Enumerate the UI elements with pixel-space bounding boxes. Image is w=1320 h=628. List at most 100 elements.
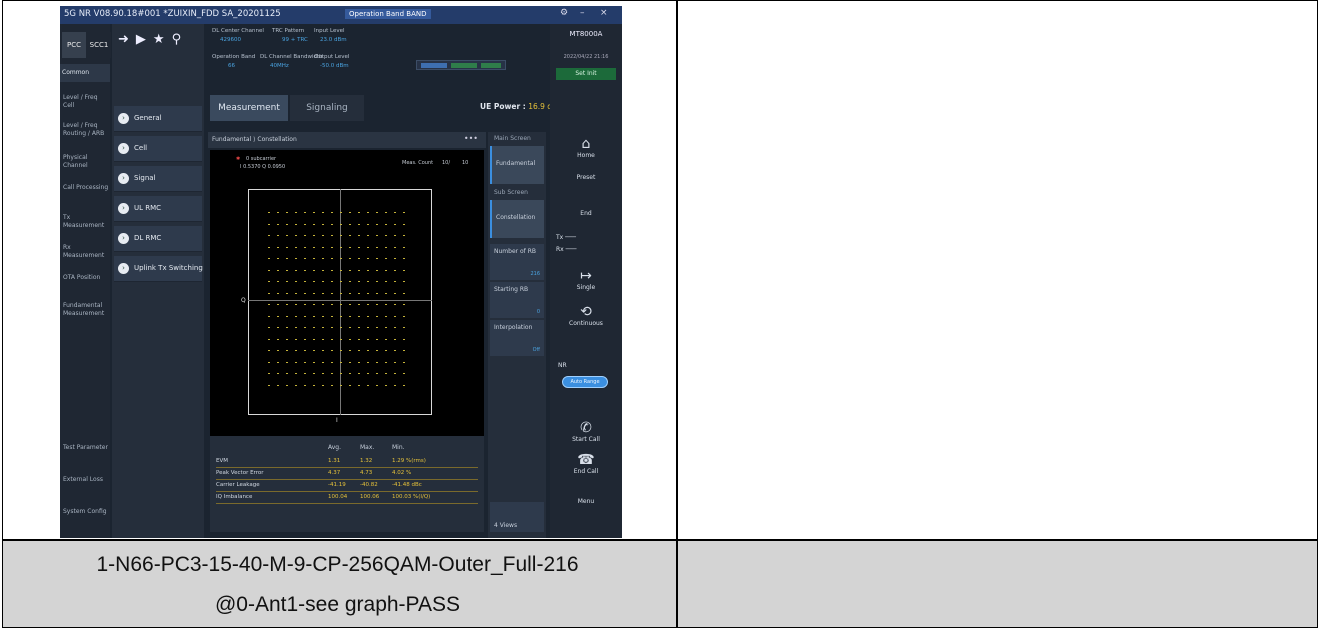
constellation-point xyxy=(403,292,405,294)
sub-item-cell[interactable]: › Cell xyxy=(114,136,202,162)
chevron-right-icon: › xyxy=(118,263,129,274)
constellation-point xyxy=(313,212,315,213)
interpolation-field[interactable]: Interpolation Off xyxy=(490,320,544,356)
play-list-icon[interactable]: ▶ xyxy=(136,32,153,47)
settings-icon[interactable]: ⚙ xyxy=(560,8,568,18)
nav-item-fundamental-measurement[interactable]: Fundamental Measurement xyxy=(63,302,109,317)
constellation-point xyxy=(304,223,306,225)
constellation-button[interactable]: Constellation xyxy=(490,200,544,238)
home-button[interactable]: ⌂ Home xyxy=(550,136,622,159)
views-button[interactable]: 4 Views xyxy=(490,502,544,532)
end-call-button[interactable]: ☎ End Call xyxy=(550,452,622,475)
trc-pattern-value[interactable]: 99 + TRC xyxy=(282,37,308,43)
tab-scc1[interactable]: SCC1 xyxy=(87,32,111,58)
nav-item-physical-channel[interactable]: Physical Channel xyxy=(63,154,109,169)
constellation-point xyxy=(277,384,279,386)
tab-signaling[interactable]: Signaling xyxy=(290,95,364,121)
next-icon[interactable]: ➜ xyxy=(118,32,136,47)
constellation-point xyxy=(403,361,405,363)
row-pve-min: 4.02 % xyxy=(392,470,412,476)
favorite-icon[interactable]: ★ xyxy=(153,32,172,47)
constellation-point xyxy=(385,258,387,259)
breadcrumb[interactable]: Fundamental ⟩ Constellation xyxy=(212,136,297,143)
constellation-point xyxy=(403,235,405,236)
constellation-point xyxy=(403,327,405,328)
output-level-value[interactable]: -50.0 dBm xyxy=(320,63,349,69)
nav-item-call-processing[interactable]: Call Processing xyxy=(63,184,109,192)
constellation-point xyxy=(349,269,351,271)
close-icon[interactable]: × xyxy=(600,8,608,18)
q-axis-label: Q xyxy=(241,297,246,304)
nav-item-system-config[interactable]: System Config xyxy=(63,508,109,516)
constellation-point xyxy=(268,338,270,340)
nav-item-rx-measurement[interactable]: Rx Measurement xyxy=(63,244,109,259)
number-of-rb-field[interactable]: Number of RB 216 xyxy=(490,244,544,280)
status-button[interactable]: Set Init xyxy=(556,68,616,80)
nav-item-ota-position[interactable]: OTA Position xyxy=(63,274,109,282)
sub-item-dl-rmc[interactable]: › DL RMC xyxy=(114,226,202,252)
operation-band-badge[interactable]: Operation Band BAND xyxy=(345,9,431,19)
constellation-point xyxy=(295,304,297,305)
operation-band-param-value[interactable]: 66 xyxy=(228,63,235,69)
constellation-point xyxy=(340,212,342,213)
constellation-point xyxy=(331,281,333,282)
dl-center-channel-value[interactable]: 429600 xyxy=(220,37,241,43)
constellation-point xyxy=(313,235,315,236)
input-level-value[interactable]: 23.0 dBm xyxy=(320,37,347,43)
fundamental-button[interactable]: Fundamental xyxy=(490,146,544,184)
constellation-point xyxy=(304,384,306,386)
nav-item-external-loss[interactable]: External Loss xyxy=(63,476,109,484)
constellation-point xyxy=(322,212,324,213)
constellation-point xyxy=(376,223,378,225)
constellation-point xyxy=(340,304,342,305)
constellation-point xyxy=(367,361,369,363)
nav-item-level-freq-routing[interactable]: Level / Freq Routing / ARB xyxy=(63,122,109,137)
empty-caption-cell xyxy=(677,540,1318,628)
tab-measurement[interactable]: Measurement xyxy=(210,95,288,121)
dl-bandwidth-value[interactable]: 40MHz xyxy=(270,63,289,69)
constellation-point xyxy=(304,281,306,282)
nav-item-tx-measurement[interactable]: Tx Measurement xyxy=(63,214,109,229)
starting-rb-field[interactable]: Starting RB 0 xyxy=(490,282,544,318)
constellation-point xyxy=(367,327,369,328)
sub-item-ul-rmc[interactable]: › UL RMC xyxy=(114,196,202,222)
continuous-button[interactable]: ⟲ Continuous xyxy=(550,304,622,327)
constellation-point xyxy=(286,327,288,328)
constellation-point xyxy=(358,373,360,374)
single-button[interactable]: ↦ Single xyxy=(550,268,622,291)
constellation-point xyxy=(358,361,360,363)
constellation-point xyxy=(376,373,378,374)
preset-button[interactable]: Preset xyxy=(550,174,622,181)
sub-item-uplink-tx-switching[interactable]: › Uplink Tx Switching xyxy=(114,256,203,282)
constellation-point xyxy=(331,212,333,213)
constellation-point xyxy=(295,246,297,248)
more-icon[interactable]: ••• xyxy=(464,134,478,143)
subcarrier-label: 0 subcarrier xyxy=(246,156,277,162)
end-button[interactable]: End xyxy=(550,210,622,217)
nav-item-level-freq-cell[interactable]: Level / Freq Cell xyxy=(63,94,109,109)
constellation-point xyxy=(349,292,351,294)
sub-item-signal[interactable]: › Signal xyxy=(114,166,202,192)
instrument-screenshot: 5G NR V08.90.18#001 *ZUIXIN_FDD SA_20201… xyxy=(60,6,622,538)
constellation-point xyxy=(340,235,342,236)
constellation-point xyxy=(367,212,369,213)
constellation-point xyxy=(349,327,351,328)
constellation-point xyxy=(295,338,297,340)
input-level-label: Input Level xyxy=(314,28,345,34)
search-icon[interactable]: ⚲ xyxy=(172,32,189,47)
nav-item-common[interactable]: Common xyxy=(60,64,110,82)
constellation-point xyxy=(295,373,297,374)
chevron-right-icon: › xyxy=(118,203,129,214)
subcarrier-value: I 0.5370 Q 0.0950 xyxy=(240,164,286,170)
start-call-button[interactable]: ✆ Start Call xyxy=(550,420,622,443)
auto-range-button[interactable]: Auto Range xyxy=(562,376,608,388)
sub-item-general[interactable]: › General xyxy=(114,106,202,132)
constellation-point xyxy=(286,373,288,374)
nav-item-test-parameter[interactable]: Test Parameter xyxy=(63,444,109,452)
constellation-point xyxy=(304,269,306,271)
home-icon: ⌂ xyxy=(581,136,591,152)
minimize-icon[interactable]: – xyxy=(580,8,585,18)
constellation-point xyxy=(349,338,351,340)
menu-button[interactable]: Menu xyxy=(550,498,622,505)
tab-pcc[interactable]: PCC xyxy=(62,32,86,58)
